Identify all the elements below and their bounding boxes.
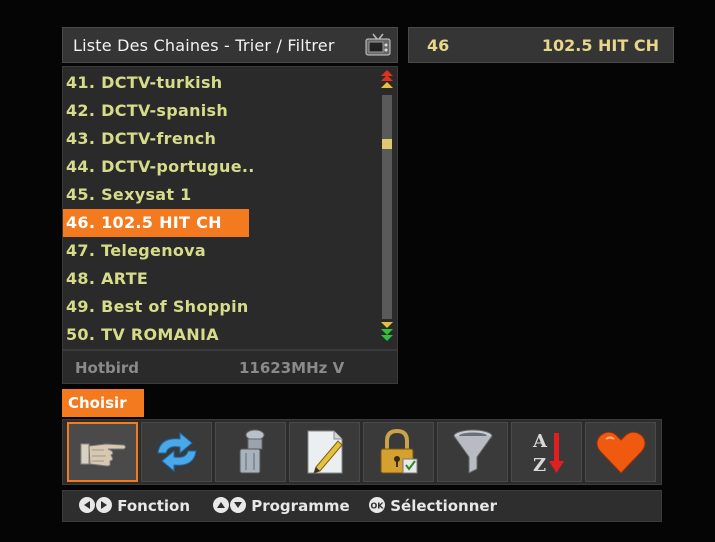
edit-pencil-icon (307, 430, 343, 474)
swap-arrows-icon (156, 431, 197, 473)
channel-row[interactable]: 44. DCTV-portugue.. (63, 153, 375, 181)
channel-row[interactable]: 48. ARTE (63, 265, 375, 293)
padlock-icon (380, 428, 417, 474)
current-channel-number: 46 (427, 36, 450, 55)
help-fonction: Fonction (79, 497, 190, 515)
filter-funnel-icon (453, 429, 492, 474)
channel-row[interactable]: 47. Telegenova (63, 237, 375, 265)
satellite-info: Hotbird 11623MHz V (62, 350, 398, 384)
satellite-frequency: 11623MHz V (239, 359, 345, 377)
func-sort-button[interactable]: A Z (511, 422, 582, 482)
channel-row[interactable]: 41. DCTV-turkish (63, 69, 375, 97)
screen-frame: Liste Des Chaines - Trier / Filtrer 46 1… (0, 0, 715, 542)
channel-info-bar: 46 102.5 HIT CH (408, 27, 674, 63)
help-bar: Fonction Programme OK Sélectionner (62, 490, 662, 522)
func-select-button[interactable] (67, 422, 138, 482)
channel-row[interactable]: 45. Sexysat 1 (63, 181, 375, 209)
channel-row[interactable]: 43. DCTV-french (63, 125, 375, 153)
left-arrow-key-icon (79, 497, 95, 513)
right-arrow-key-icon (96, 497, 112, 513)
satellite-name: Hotbird (75, 359, 140, 377)
channel-row[interactable]: 50. TV ROMANIA (63, 321, 375, 349)
up-arrow-key-icon (213, 497, 229, 513)
page-up-arrow-icon[interactable] (379, 69, 395, 91)
ok-key-icon: OK (369, 497, 385, 513)
svg-text:OK: OK (371, 502, 385, 511)
tv-icon (365, 33, 391, 56)
list-title-bar: Liste Des Chaines - Trier / Filtrer (62, 27, 398, 63)
function-bar: A Z (62, 419, 662, 485)
page-title: Liste Des Chaines - Trier / Filtrer (73, 36, 335, 55)
help-fonction-label: Fonction (117, 497, 191, 515)
trash-can-icon (239, 429, 264, 474)
scrollbar-thumb[interactable] (382, 139, 392, 149)
heart-icon (596, 431, 645, 474)
sort-az-icon: A Z (532, 431, 564, 476)
pointing-hand-icon (80, 443, 126, 467)
func-favorite-button[interactable] (585, 422, 656, 482)
page-down-arrow-icon[interactable] (379, 319, 395, 345)
channel-row[interactable]: 42. DCTV-spanish (63, 97, 375, 125)
channel-row[interactable]: 49. Best of Shoppin (63, 293, 375, 321)
current-channel-name: 102.5 HIT CH (541, 36, 659, 55)
down-arrow-key-icon (230, 497, 246, 513)
help-selectionner-label: Sélectionner (390, 497, 497, 515)
svg-text:A: A (532, 431, 548, 452)
scrollbar-track[interactable] (382, 95, 392, 319)
func-lock-button[interactable] (363, 422, 434, 482)
list-scrollbar[interactable] (379, 69, 395, 347)
func-edit-button[interactable] (289, 422, 360, 482)
help-selectionner: OK Sélectionner (369, 497, 497, 515)
help-programme-label: Programme (251, 497, 350, 515)
func-filter-button[interactable] (437, 422, 508, 482)
channel-list: 41. DCTV-turkish 42. DCTV-spanish 43. DC… (62, 66, 398, 350)
svg-text:Z: Z (533, 455, 546, 476)
help-programme: Programme (213, 497, 350, 515)
channel-row-selected[interactable]: 46. 102.5 HIT CH (63, 209, 249, 237)
func-delete-button[interactable] (215, 422, 286, 482)
choisir-label: Choisir (62, 389, 144, 417)
func-move-button[interactable] (141, 422, 212, 482)
